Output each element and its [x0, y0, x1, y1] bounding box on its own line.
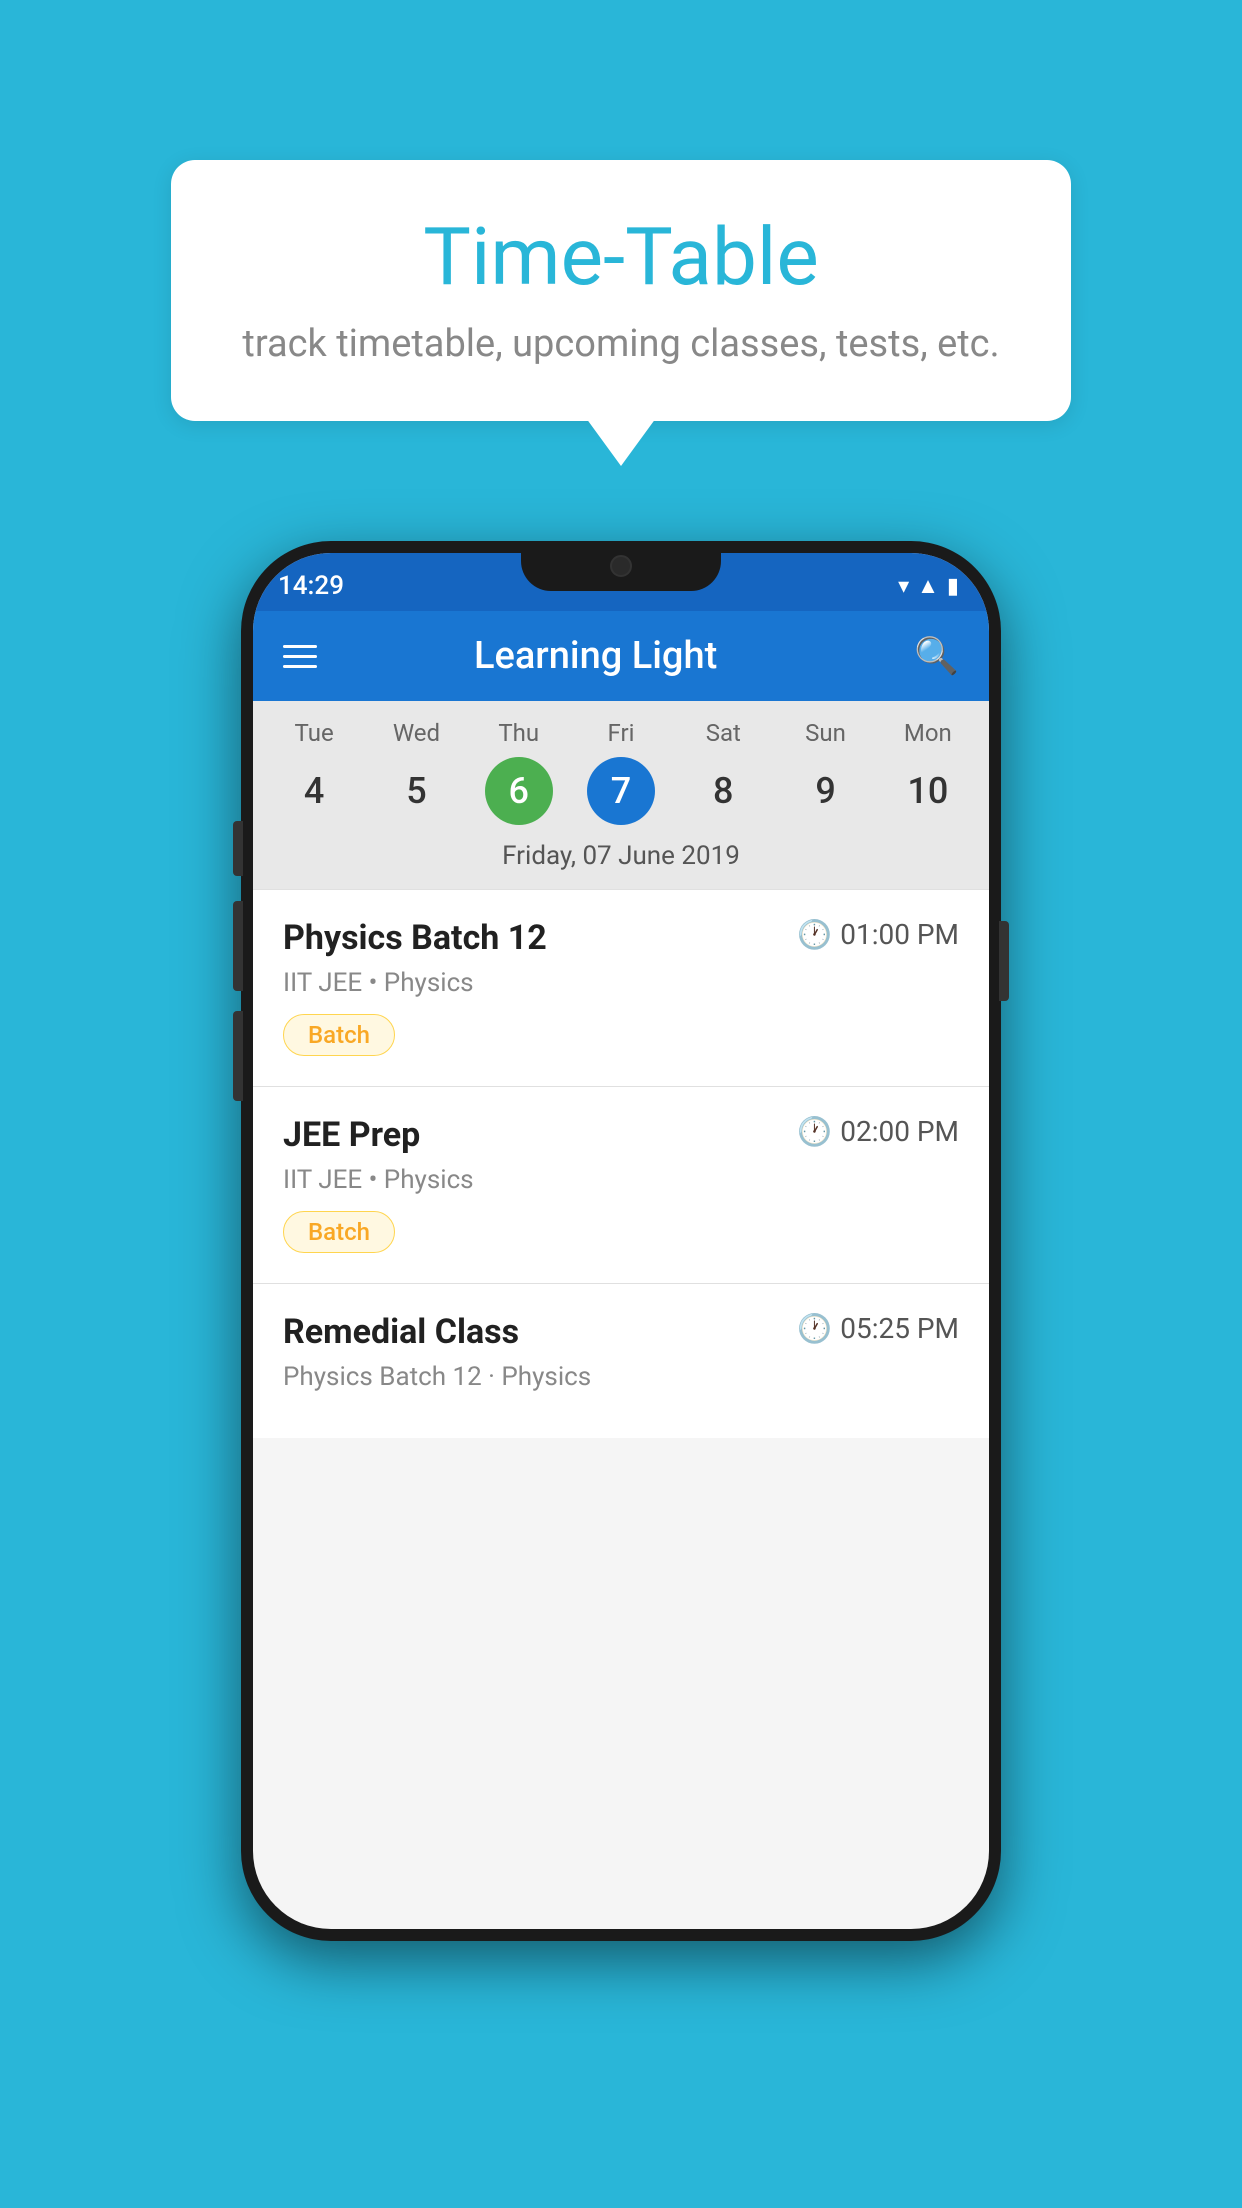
- bubble-title: Time-Table: [231, 210, 1011, 304]
- day-col-sat[interactable]: Sat 8: [673, 719, 773, 825]
- class-item[interactable]: Physics Batch 12 🕐01:00 PM IIT JEE • Physi…: [253, 889, 989, 1086]
- bubble-subtitle: track timetable, upcoming classes, tests…: [231, 322, 1011, 366]
- time-value: 02:00 PM: [840, 1115, 959, 1148]
- day-label: Tue: [295, 719, 334, 747]
- search-icon[interactable]: 🔍: [914, 635, 959, 677]
- class-header: JEE Prep 🕐02:00 PM: [283, 1115, 959, 1155]
- time-value: 05:25 PM: [840, 1312, 959, 1345]
- day-col-wed[interactable]: Wed 5: [366, 719, 466, 825]
- volume-down-button: [233, 901, 243, 991]
- class-meta: IIT JEE • Physics: [283, 1165, 959, 1195]
- day-col-fri[interactable]: Fri 7: [571, 719, 671, 825]
- days-row: Tue 4 Wed 5 Thu 6 Fri 7 Sat 8 Sun 9 Mon 10: [253, 719, 989, 825]
- class-time: 🕐02:00 PM: [797, 1115, 959, 1148]
- class-item[interactable]: Remedial Class 🕐05:25 PM Physics Batch 12 …: [253, 1283, 989, 1438]
- day-number[interactable]: 4: [280, 757, 348, 825]
- class-header: Physics Batch 12 🕐01:00 PM: [283, 918, 959, 958]
- day-number[interactable]: 6: [485, 757, 553, 825]
- batch-badge: Batch: [283, 1211, 395, 1253]
- status-icons: ▾ ▲ ▮: [898, 573, 959, 599]
- class-name: Remedial Class: [283, 1312, 519, 1352]
- phone-mockup: 14:29 ▾ ▲ ▮ Learning Light 🔍: [241, 541, 1001, 1941]
- day-col-thu[interactable]: Thu 6: [469, 719, 569, 825]
- phone-screen: 14:29 ▾ ▲ ▮ Learning Light 🔍: [253, 553, 989, 1929]
- class-name: JEE Prep: [283, 1115, 420, 1155]
- camera-dot: [610, 555, 632, 577]
- day-number[interactable]: 10: [894, 757, 962, 825]
- calendar-strip: Tue 4 Wed 5 Thu 6 Fri 7 Sat 8 Sun 9 Mon 10 Friday, 07…: [253, 701, 989, 889]
- phone-notch: [521, 541, 721, 591]
- batch-badge: Batch: [283, 1014, 395, 1056]
- wifi-icon: ▾: [898, 574, 909, 599]
- battery-icon: ▮: [947, 574, 959, 599]
- day-label: Thu: [498, 719, 539, 747]
- day-number[interactable]: 8: [689, 757, 757, 825]
- selected-date: Friday, 07 June 2019: [253, 825, 989, 889]
- day-label: Sun: [805, 719, 846, 747]
- day-number[interactable]: 5: [382, 757, 450, 825]
- day-col-tue[interactable]: Tue 4: [264, 719, 364, 825]
- speech-bubble: Time-Table track timetable, upcoming cla…: [171, 160, 1071, 421]
- silent-button: [233, 1011, 243, 1101]
- class-time: 🕐01:00 PM: [797, 918, 959, 951]
- clock-icon: 🕐: [797, 1312, 832, 1345]
- class-item[interactable]: JEE Prep 🕐02:00 PM IIT JEE • Physics Batch: [253, 1086, 989, 1283]
- time-value: 01:00 PM: [840, 918, 959, 951]
- day-number[interactable]: 9: [792, 757, 860, 825]
- day-label: Wed: [393, 719, 440, 747]
- app-bar: Learning Light 🔍: [253, 611, 989, 701]
- day-col-mon[interactable]: Mon 10: [878, 719, 978, 825]
- volume-up-button: [233, 821, 243, 876]
- class-meta: Physics Batch 12 · Physics: [283, 1362, 959, 1392]
- day-label: Mon: [904, 719, 952, 747]
- day-col-sun[interactable]: Sun 9: [776, 719, 876, 825]
- day-number[interactable]: 7: [587, 757, 655, 825]
- clock-icon: 🕐: [797, 918, 832, 951]
- class-list: Physics Batch 12🕐01:00 PMIIT JEE • Physi…: [253, 889, 989, 1438]
- clock-icon: 🕐: [797, 1115, 832, 1148]
- class-meta: IIT JEE • Physics: [283, 968, 959, 998]
- class-time: 🕐05:25 PM: [797, 1312, 959, 1345]
- signal-icon: ▲: [917, 573, 939, 599]
- power-button: [999, 921, 1009, 1001]
- day-label: Fri: [608, 719, 635, 747]
- class-header: Remedial Class 🕐05:25 PM: [283, 1312, 959, 1352]
- phone-outer: 14:29 ▾ ▲ ▮ Learning Light 🔍: [241, 541, 1001, 1941]
- status-time: 14:29: [278, 571, 344, 601]
- app-title: Learning Light: [277, 634, 914, 678]
- day-label: Sat: [706, 719, 741, 747]
- class-name: Physics Batch 12: [283, 918, 547, 958]
